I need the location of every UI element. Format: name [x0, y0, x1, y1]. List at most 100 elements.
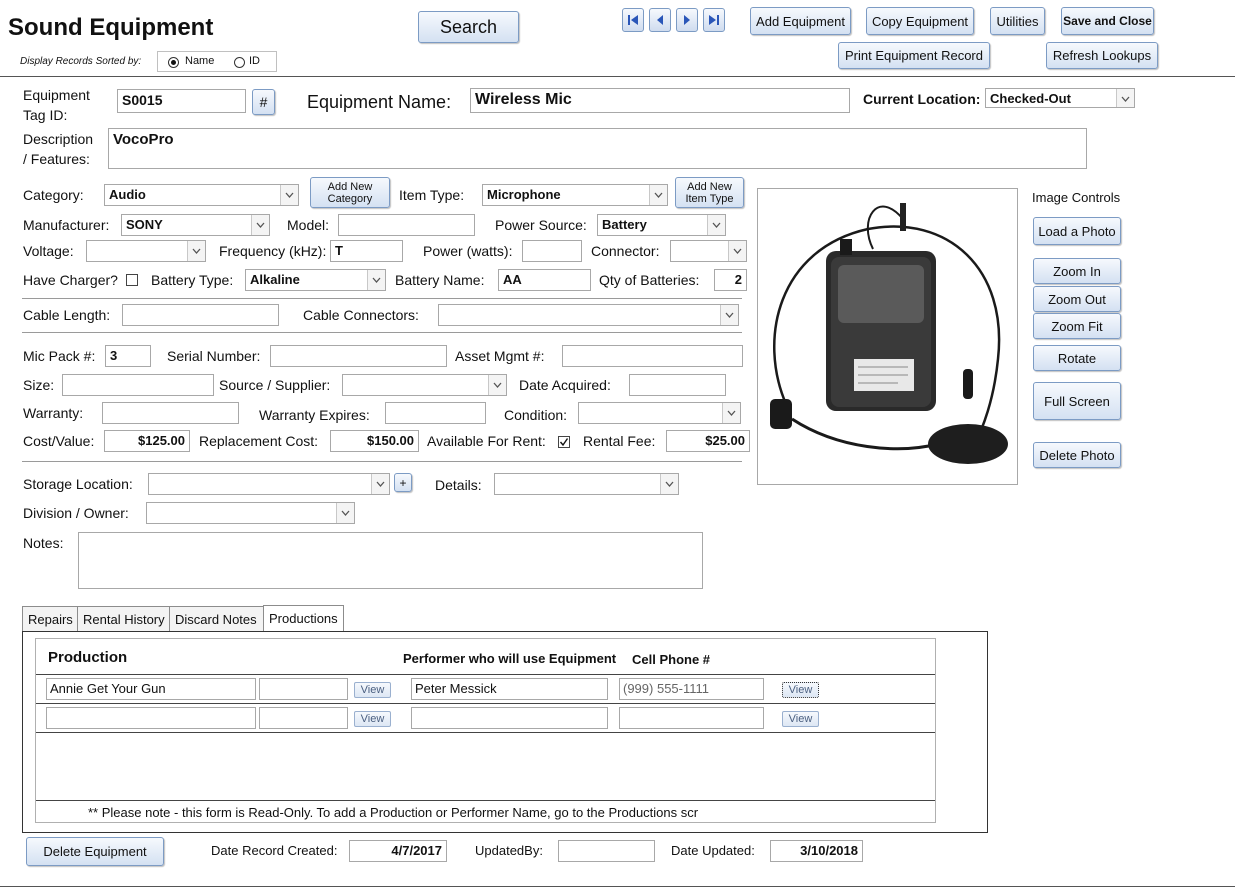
production-name-field[interactable]: Annie Get Your Gun: [46, 678, 256, 700]
save-and-close-button[interactable]: Save and Close: [1061, 7, 1154, 35]
size-field[interactable]: [62, 374, 214, 396]
notes-label: Notes:: [23, 535, 64, 551]
tab-discard-notes[interactable]: Discard Notes: [169, 606, 264, 631]
last-record-button[interactable]: [703, 8, 725, 32]
cost-value-field[interactable]: $125.00: [104, 430, 190, 452]
production-column-header: Production: [48, 649, 128, 666]
battery-name-field[interactable]: AA: [498, 269, 591, 291]
source-supplier-select[interactable]: [342, 374, 507, 396]
date-created-field[interactable]: 4/7/2017: [349, 840, 447, 862]
category-select[interactable]: Audio: [104, 184, 299, 206]
cell-phone-field[interactable]: (999) 555-1111: [619, 678, 764, 700]
hash-button[interactable]: #: [252, 89, 275, 115]
description-field[interactable]: VocoPro: [108, 128, 1087, 169]
cable-connectors-select[interactable]: [438, 304, 739, 326]
view-performer-button[interactable]: View: [782, 711, 819, 727]
next-record-button[interactable]: [676, 8, 698, 32]
connector-select[interactable]: [670, 240, 747, 262]
full-screen-button[interactable]: Full Screen: [1033, 382, 1121, 420]
serial-number-field[interactable]: [270, 345, 447, 367]
production-extra-field[interactable]: [259, 678, 348, 700]
rotate-button[interactable]: Rotate: [1033, 345, 1121, 371]
copy-equipment-button[interactable]: Copy Equipment: [866, 7, 974, 35]
warranty-expires-field[interactable]: [385, 402, 486, 424]
sort-name-radio[interactable]: [168, 57, 179, 68]
updated-by-field[interactable]: [558, 840, 655, 862]
power-source-value: Battery: [602, 217, 647, 232]
performer-field[interactable]: [411, 707, 608, 729]
add-new-category-button[interactable]: Add New Category: [310, 177, 390, 208]
zoom-out-button[interactable]: Zoom Out: [1033, 286, 1121, 312]
view-performer-button[interactable]: View: [782, 682, 819, 698]
battery-type-select[interactable]: Alkaline: [245, 269, 386, 291]
date-updated-field[interactable]: 3/10/2018: [770, 840, 863, 862]
chevron-down-icon: [727, 410, 736, 416]
storage-location-select[interactable]: [148, 473, 390, 495]
tab-repairs[interactable]: Repairs: [22, 606, 78, 631]
warranty-expires-label: Warranty Expires:: [259, 407, 370, 423]
add-new-item-type-button[interactable]: Add New Item Type: [675, 177, 744, 208]
connector-label: Connector:: [591, 243, 660, 259]
condition-select[interactable]: [578, 402, 741, 424]
performer-field[interactable]: Peter Messick: [411, 678, 608, 700]
power-watts-field[interactable]: [522, 240, 582, 262]
rental-fee-field[interactable]: $25.00: [666, 430, 750, 452]
add-new-item-type-line1: Add New: [687, 180, 732, 193]
utilities-button[interactable]: Utilities: [990, 7, 1045, 35]
add-equipment-button[interactable]: Add Equipment: [750, 7, 851, 35]
division-owner-select[interactable]: [146, 502, 355, 524]
current-location-select[interactable]: Checked-Out: [985, 88, 1135, 108]
refresh-lookups-button[interactable]: Refresh Lookups: [1046, 42, 1158, 69]
production-extra-field[interactable]: [259, 707, 348, 729]
production-name-field[interactable]: [46, 707, 256, 729]
mic-pack-field[interactable]: 3: [105, 345, 151, 367]
read-only-note: ** Please note - this form is Read-Only.…: [88, 805, 699, 820]
form-bottom-border: [0, 886, 1235, 887]
have-charger-checkbox[interactable]: [126, 274, 138, 286]
item-type-label: Item Type:: [399, 187, 465, 203]
cell-phone-column-header: Cell Phone #: [632, 652, 711, 667]
delete-equipment-button[interactable]: Delete Equipment: [26, 837, 164, 866]
equipment-name-field[interactable]: Wireless Mic: [470, 88, 850, 113]
replacement-cost-field[interactable]: $150.00: [330, 430, 419, 452]
item-type-select[interactable]: Microphone: [482, 184, 668, 206]
cell-phone-field[interactable]: [619, 707, 764, 729]
tab-productions[interactable]: Productions: [263, 605, 344, 632]
sort-id-radio[interactable]: [234, 57, 245, 68]
available-for-rent-checkbox[interactable]: [558, 436, 570, 448]
cable-length-field[interactable]: [122, 304, 279, 326]
frequency-field[interactable]: T: [330, 240, 403, 262]
notes-field[interactable]: [78, 532, 703, 589]
load-photo-button[interactable]: Load a Photo: [1033, 217, 1121, 245]
first-record-button[interactable]: [622, 8, 644, 32]
manufacturer-select[interactable]: SONY: [121, 214, 270, 236]
voltage-select[interactable]: [86, 240, 206, 262]
power-source-select[interactable]: Battery: [597, 214, 726, 236]
sort-options-frame: Name ID: [157, 51, 277, 72]
tab-rental-history[interactable]: Rental History: [77, 606, 170, 631]
view-production-button[interactable]: View: [354, 711, 391, 727]
updated-by-label: UpdatedBy:: [475, 843, 543, 858]
previous-record-button[interactable]: [649, 8, 671, 32]
tag-id-field[interactable]: S0015: [117, 89, 246, 113]
date-acquired-field[interactable]: [629, 374, 726, 396]
view-production-button[interactable]: View: [354, 682, 391, 698]
cable-connectors-label: Cable Connectors:: [303, 307, 419, 323]
category-value: Audio: [109, 187, 146, 202]
details-select[interactable]: [494, 473, 679, 495]
qty-batteries-field[interactable]: 2: [714, 269, 747, 291]
power-source-label: Power Source:: [495, 217, 587, 233]
zoom-fit-button[interactable]: Zoom Fit: [1033, 313, 1121, 339]
battery-name-label: Battery Name:: [395, 272, 485, 288]
zoom-in-button[interactable]: Zoom In: [1033, 258, 1121, 284]
print-equipment-record-button[interactable]: Print Equipment Record: [838, 42, 990, 69]
warranty-field[interactable]: [102, 402, 239, 424]
search-button[interactable]: Search: [418, 11, 519, 43]
sort-label: Display Records Sorted by:: [20, 56, 142, 67]
add-new-item-type-line2: Item Type: [685, 192, 734, 205]
delete-photo-button[interactable]: Delete Photo: [1033, 442, 1121, 468]
add-storage-location-button[interactable]: +: [394, 473, 412, 492]
asset-mgmt-field[interactable]: [562, 345, 743, 367]
model-field[interactable]: [338, 214, 475, 236]
chevron-down-icon: [493, 382, 502, 388]
